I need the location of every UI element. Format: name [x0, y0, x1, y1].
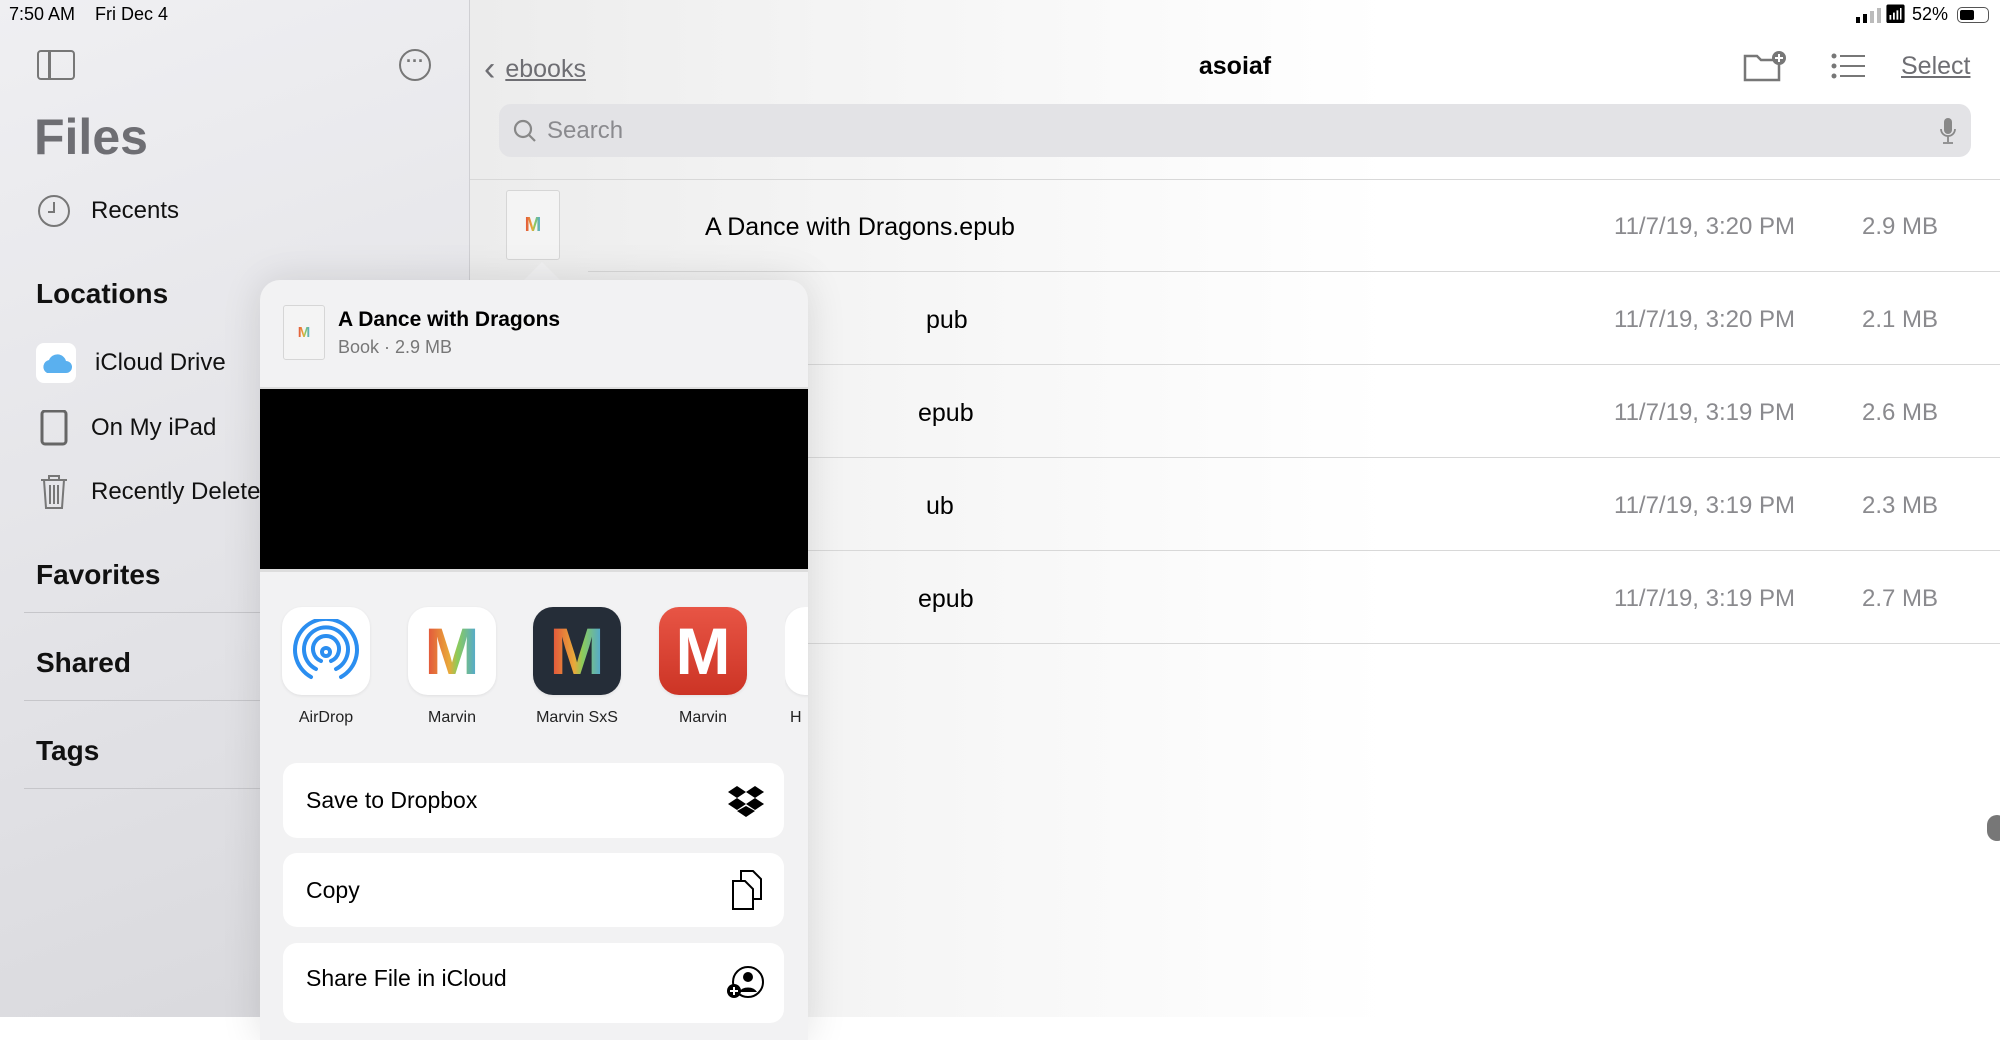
app-label: Marvin SxS: [536, 709, 618, 726]
file-row[interactable]: A Dance with Dragons.epub 11/7/19, 3:20 P…: [588, 179, 2000, 272]
copy-button[interactable]: Copy: [283, 853, 784, 927]
file-name: ub: [926, 492, 954, 520]
app-partial[interactable]: H: [785, 607, 808, 727]
marvin-icon: M: [408, 607, 496, 695]
icloud-icon: [36, 343, 76, 383]
file-name: pub: [926, 306, 968, 334]
app-marvin-classic[interactable]: M Marvin: [659, 607, 747, 727]
trash-icon: [36, 474, 72, 510]
wifi-icon: 📶︎: [1884, 4, 1907, 24]
sidebar-favorites[interactable]: Favorites: [36, 559, 161, 591]
app-airdrop[interactable]: AirDrop: [282, 607, 370, 727]
search-icon: [513, 119, 536, 142]
microphone-icon[interactable]: [1939, 117, 1957, 145]
folder-title: asoiaf: [1198, 52, 1272, 80]
file-size: 2.9 MB: [1861, 213, 1938, 240]
popover-arrow: [522, 262, 562, 282]
app-label: Marvin: [427, 709, 476, 726]
file-date: 11/7/19, 3:19 PM: [1614, 492, 1796, 519]
sidebar-item-icloud-drive[interactable]: iCloud Drive: [36, 338, 226, 388]
select-button[interactable]: Select: [1901, 52, 1970, 81]
file-date: 11/7/19, 3:19 PM: [1614, 585, 1796, 612]
sidebar-tags[interactable]: Tags: [36, 735, 99, 767]
sidebar-item-label: iCloud Drive: [95, 349, 226, 376]
app-label: H: [790, 709, 802, 726]
scroll-indicator[interactable]: [1987, 815, 2000, 841]
new-folder-icon[interactable]: [1743, 50, 1787, 87]
airdrop-icon: [282, 607, 370, 695]
clock-icon: [36, 193, 72, 229]
ipad-icon: [36, 410, 72, 446]
marvin-book-icon: M: [659, 607, 747, 695]
search-placeholder: Search: [547, 116, 624, 144]
battery-icon: [1957, 7, 1989, 23]
status-date: Fri Dec 4: [95, 4, 169, 24]
file-name: epub: [918, 399, 974, 427]
copy-icon: [732, 870, 762, 910]
action-label: Save to Dropbox: [306, 787, 478, 813]
status-time: 7:50 AM: [9, 4, 76, 24]
file-name: epub: [918, 585, 974, 613]
search-input[interactable]: Search: [499, 104, 1971, 157]
share-sheet: M A Dance with Dragons Book · 2.9 MB Air…: [260, 280, 808, 1040]
app-icon: [785, 607, 808, 695]
save-to-dropbox-button[interactable]: Save to Dropbox: [283, 763, 784, 838]
chevron-left-icon: ‹: [484, 50, 496, 88]
app-marvin[interactable]: M Marvin: [408, 607, 496, 727]
share-person-icon: [727, 966, 764, 998]
battery-percent: 52%: [1912, 4, 1949, 24]
redacted-contacts-area: [260, 387, 808, 572]
marvin-sxs-icon: M: [533, 607, 621, 695]
file-date: 11/7/19, 3:20 PM: [1614, 213, 1796, 240]
sidebar-item-recently-deleted[interactable]: Recently Deleted: [36, 467, 274, 517]
action-label: Share File in iCloud: [306, 965, 507, 991]
locations-heading: Locations: [36, 278, 169, 309]
file-name: A Dance with Dragons.epub: [705, 213, 1015, 241]
dropbox-icon: [728, 785, 764, 817]
file-size: 2.3 MB: [1861, 492, 1938, 519]
sidebar-item-recents[interactable]: Recents: [36, 186, 179, 236]
file-size: 2.7 MB: [1861, 585, 1938, 612]
sidebar-item-label: Recently Deleted: [91, 478, 274, 505]
back-label: ebooks: [505, 55, 586, 83]
sidebar-item-label: On My iPad: [91, 414, 217, 441]
app-label: AirDrop: [298, 709, 354, 726]
cellular-signal-icon: [1856, 8, 1881, 23]
sidebar-shared[interactable]: Shared: [36, 647, 131, 679]
share-file-in-icloud-button[interactable]: Share File in iCloud: [283, 943, 784, 1023]
share-file-subtitle: Book · 2.9 MB: [338, 337, 453, 357]
action-label: Copy: [306, 876, 360, 903]
more-options-icon[interactable]: ···: [399, 49, 431, 81]
file-date: 11/7/19, 3:19 PM: [1614, 399, 1796, 426]
sidebar-item-label: Recents: [91, 197, 180, 224]
share-file-title: A Dance with Dragons: [338, 308, 561, 331]
back-button[interactable]: ‹ ebooks: [484, 50, 586, 89]
list-view-icon[interactable]: [1831, 53, 1865, 84]
epub-file-icon: M: [283, 305, 325, 360]
sidebar-item-on-my-ipad[interactable]: On My iPad: [36, 403, 216, 453]
epub-file-icon: M: [506, 190, 560, 260]
page-title: Files: [34, 109, 148, 165]
app-marvin-sxs[interactable]: M Marvin SxS: [533, 607, 621, 727]
file-size: 2.6 MB: [1861, 399, 1938, 426]
file-size: 2.1 MB: [1861, 306, 1938, 333]
app-label: Marvin: [678, 709, 727, 726]
sidebar-toggle-icon[interactable]: [37, 50, 75, 80]
file-date: 11/7/19, 3:20 PM: [1614, 306, 1796, 333]
